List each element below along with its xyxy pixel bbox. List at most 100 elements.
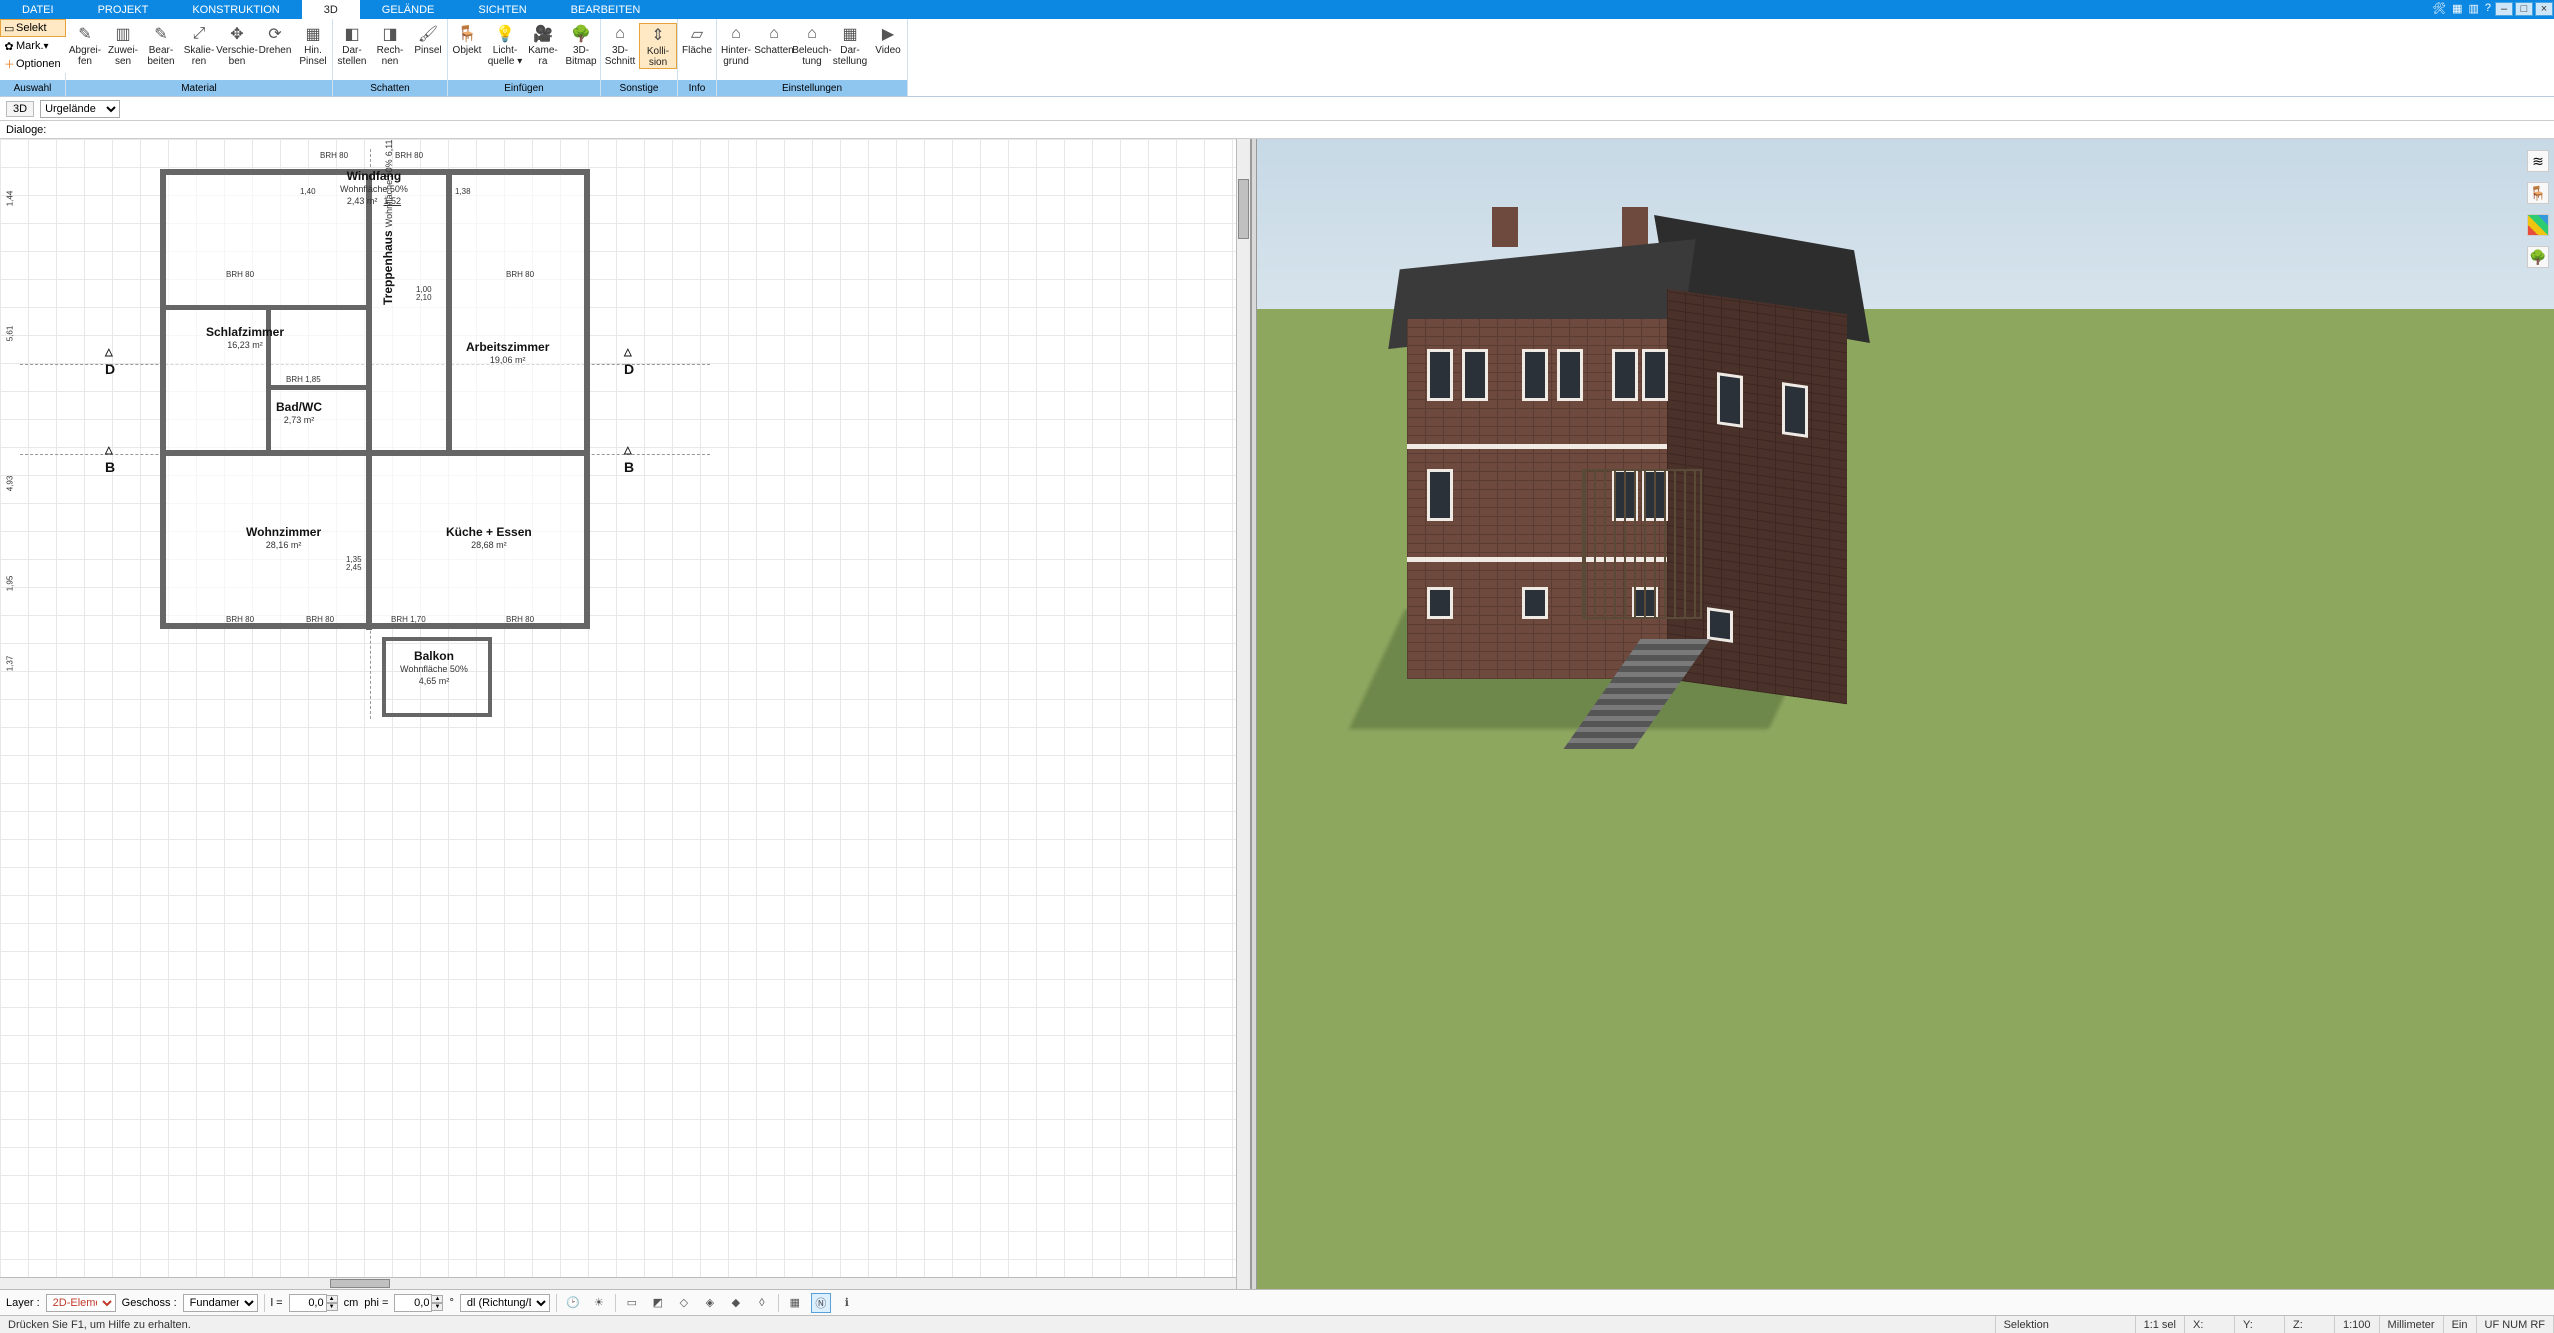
brh-label: BRH 80 [320, 151, 348, 160]
tool-material-3[interactable]: ⤢Skalie-ren [180, 23, 218, 67]
room-kueche: Küche + Essen28,68 m² [446, 525, 532, 551]
group-schatten-label: Schatten [333, 80, 447, 96]
furniture-icon[interactable]: 🪑 [2527, 182, 2549, 204]
view-mode-label: 3D [6, 101, 34, 117]
selekt-button[interactable]: ▭Selekt [0, 19, 66, 37]
scrollbar-horizontal[interactable] [0, 1277, 1236, 1289]
snap5-icon[interactable]: ◆ [726, 1293, 746, 1313]
workspace: 1,44 5,61 4,93 1,95 1,37 Schlafzimmer16,… [0, 139, 2554, 1289]
tool-material-4[interactable]: ✥Verschie-ben [218, 23, 256, 67]
tool-schatten-0[interactable]: ◧Dar-stellen [333, 23, 371, 67]
help-icon[interactable]: ? [2482, 0, 2494, 19]
tool-material-6[interactable]: ▦Hin.Pinsel [294, 23, 332, 67]
scrollbar-vertical[interactable] [1236, 139, 1250, 1289]
snap4-icon[interactable]: ◈ [700, 1293, 720, 1313]
phi-input[interactable] [394, 1294, 432, 1312]
group-sonstige-label: Sonstige [601, 80, 677, 96]
tool-einfugen-1[interactable]: 💡Licht-quelle ▾ [486, 23, 524, 67]
tool-material-1[interactable]: ▥Zuwei-sen [104, 23, 142, 67]
info-icon[interactable]: ℹ [837, 1293, 857, 1313]
menu-projekt[interactable]: PROJEKT [76, 0, 171, 19]
tool-material-2[interactable]: ✎Bear-beiten [142, 23, 180, 67]
length-label: l = [271, 1297, 283, 1309]
layer-select[interactable]: 2D-Elemen [46, 1294, 116, 1312]
brh-label: BRH 80 [226, 270, 254, 279]
maximize-button[interactable]: □ [2515, 2, 2533, 16]
close-button[interactable]: × [2535, 2, 2553, 16]
tool-sonstige-1[interactable]: ⇕Kolli-sion [639, 23, 677, 69]
tool-einstellungen-1[interactable]: ⌂Schatten [755, 23, 793, 56]
status-z: Z: [2285, 1316, 2335, 1333]
tool-material-5[interactable]: ⟳Drehen [256, 23, 294, 56]
folder-icon[interactable]: ▥ [2465, 0, 2481, 19]
side-toolbar: ≋ 🪑 🌳 [2524, 150, 2552, 268]
settings-icon[interactable]: ▦ [2449, 0, 2465, 19]
tool-sonstige-0[interactable]: ⌂3D-Schnitt [601, 23, 639, 67]
section-marker-b: B [105, 459, 115, 475]
bottom-toolbar: Layer : 2D-Elemen Geschoss : Fundament l… [0, 1289, 2554, 1315]
tool-einfugen-3[interactable]: 🌳3D-Bitmap [562, 23, 600, 67]
section-marker-d: D [624, 361, 634, 377]
brh-label: BRH 1,70 [391, 615, 426, 624]
dialoge-bar: Dialoge: [0, 121, 2554, 139]
tool-schatten-1[interactable]: ◨Rech-nen [371, 23, 409, 67]
snap1-icon[interactable]: ▭ [622, 1293, 642, 1313]
group-auswahl-label: Auswahl [0, 80, 65, 96]
menu-bearbeiten[interactable]: BEARBEITEN [549, 0, 663, 19]
tool-info-0[interactable]: ▱Fläche [678, 23, 716, 56]
geschoss-select[interactable]: Fundament [183, 1294, 258, 1312]
menu-sichten[interactable]: SICHTEN [456, 0, 548, 19]
status-unit: Millimeter [2380, 1316, 2444, 1333]
tool-material-0[interactable]: ✎Abgrei-fen [66, 23, 104, 67]
menu-gelaende[interactable]: GELÄNDE [360, 0, 457, 19]
tool-einstellungen-2[interactable]: ⌂Beleuch-tung [793, 23, 831, 67]
terrain-select[interactable]: Urgelände [40, 100, 120, 118]
brh-label: BRH 1,85 [286, 375, 321, 384]
snap2-icon[interactable]: ◩ [648, 1293, 668, 1313]
dialoge-label: Dialoge: [6, 124, 46, 136]
dim-label: 1,40 [300, 187, 316, 196]
pane-2d[interactable]: 1,44 5,61 4,93 1,95 1,37 Schlafzimmer16,… [0, 139, 1251, 1289]
mark-button[interactable]: ✿Mark. ▾ [0, 37, 66, 55]
main-menu: DATEI PROJEKT KONSTRUKTION 3D GELÄNDE SI… [0, 0, 2554, 19]
pane-3d[interactable] [1257, 139, 2554, 1289]
layers-icon[interactable]: ≋ [2527, 150, 2549, 172]
menu-3d[interactable]: 3D [302, 0, 360, 19]
house-3d [1407, 199, 1807, 699]
tool-einstellungen-3[interactable]: ▦Dar-stellung [831, 23, 869, 67]
status-selektion: Selektion [1996, 1316, 2136, 1333]
optionen-button[interactable]: ＋Optionen [0, 55, 66, 73]
tool-einstellungen-4[interactable]: ▶Video [869, 23, 907, 56]
snap6-icon[interactable]: ◊ [752, 1293, 772, 1313]
materials-icon[interactable] [2527, 214, 2549, 236]
tool-icon[interactable]: 🛠 [2429, 0, 2449, 19]
north-icon[interactable]: Ⓝ [811, 1293, 831, 1313]
grid-icon[interactable]: ▦ [785, 1293, 805, 1313]
clock-icon[interactable]: 🕑 [563, 1293, 583, 1313]
group-material-label: Material [66, 80, 332, 96]
layer-label: Layer : [6, 1297, 40, 1309]
group-einfugen-label: Einfügen [448, 80, 600, 96]
room-balkon: BalkonWohnfläche 50%4,65 m² [400, 649, 468, 687]
room-arbeitszimmer: Arbeitszimmer19,06 m² [466, 340, 549, 366]
menu-datei[interactable]: DATEI [0, 0, 76, 19]
tool-einfugen-2[interactable]: 🎥Kame-ra [524, 23, 562, 67]
sun-icon[interactable]: ☀ [589, 1293, 609, 1313]
snap3-icon[interactable]: ◇ [674, 1293, 694, 1313]
tree-icon[interactable]: 🌳 [2527, 246, 2549, 268]
status-bar: Drücken Sie F1, um Hilfe zu erhalten. Se… [0, 1315, 2554, 1333]
tool-einfugen-0[interactable]: 🪑Objekt [448, 23, 486, 56]
length-input[interactable] [289, 1294, 327, 1312]
direction-select[interactable]: dl (Richtung/Di [460, 1294, 550, 1312]
status-caps: UF NUM RF [2477, 1316, 2554, 1333]
menu-konstruktion[interactable]: KONSTRUKTION [170, 0, 301, 19]
tool-einstellungen-0[interactable]: ⌂Hinter-grund [717, 23, 755, 67]
group-einstellungen-label: Einstellungen [717, 80, 907, 96]
tool-schatten-2[interactable]: 🖌Pinsel [409, 23, 447, 56]
ruler-dim: 1,44 [5, 191, 14, 207]
minimize-button[interactable]: – [2495, 2, 2513, 16]
dim-label: 2,45 [346, 563, 362, 572]
brh-label: BRH 80 [395, 151, 423, 160]
group-info-label: Info [678, 80, 716, 96]
brh-label: BRH 80 [226, 615, 254, 624]
